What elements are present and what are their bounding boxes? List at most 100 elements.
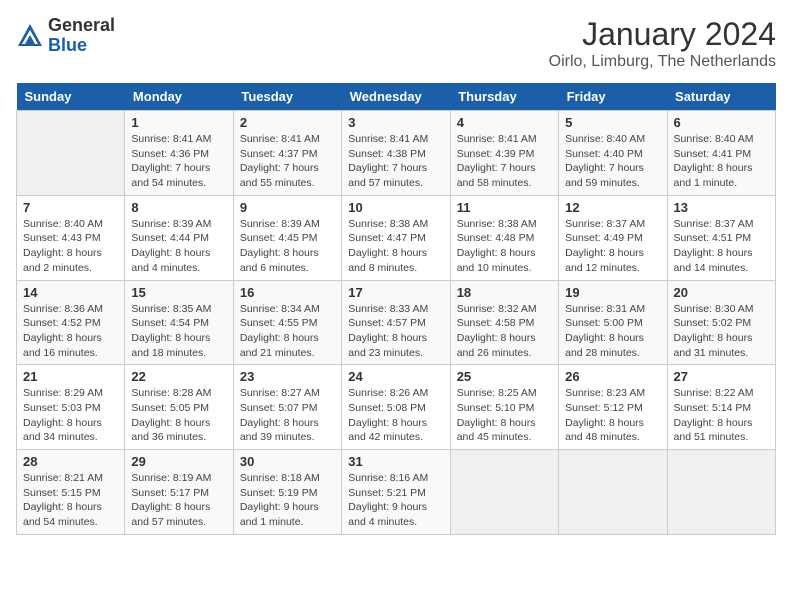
day-info: Sunrise: 8:29 AM Sunset: 5:03 PM Dayligh… xyxy=(23,386,118,445)
day-info: Sunrise: 8:38 AM Sunset: 4:48 PM Dayligh… xyxy=(457,217,552,276)
weekday-header-cell: Wednesday xyxy=(342,83,450,111)
day-info: Sunrise: 8:35 AM Sunset: 4:54 PM Dayligh… xyxy=(131,302,226,361)
day-info: Sunrise: 8:21 AM Sunset: 5:15 PM Dayligh… xyxy=(23,471,118,530)
day-info: Sunrise: 8:40 AM Sunset: 4:41 PM Dayligh… xyxy=(674,132,769,191)
day-number: 28 xyxy=(23,454,118,469)
day-info: Sunrise: 8:26 AM Sunset: 5:08 PM Dayligh… xyxy=(348,386,443,445)
day-info: Sunrise: 8:30 AM Sunset: 5:02 PM Dayligh… xyxy=(674,302,769,361)
calendar-cell: 3 Sunrise: 8:41 AM Sunset: 4:38 PM Daylig… xyxy=(342,111,450,196)
day-info: Sunrise: 8:32 AM Sunset: 4:58 PM Dayligh… xyxy=(457,302,552,361)
day-info: Sunrise: 8:36 AM Sunset: 4:52 PM Dayligh… xyxy=(23,302,118,361)
location-title: Oirlo, Limburg, The Netherlands xyxy=(549,53,776,71)
day-info: Sunrise: 8:23 AM Sunset: 5:12 PM Dayligh… xyxy=(565,386,660,445)
day-number: 13 xyxy=(674,200,769,215)
day-info: Sunrise: 8:28 AM Sunset: 5:05 PM Dayligh… xyxy=(131,386,226,445)
calendar-cell: 6Sunrise: 8:40 AM Sunset: 4:41 PM Daylig… xyxy=(667,111,775,196)
calendar-week-row: 14 Sunrise: 8:36 AM Sunset: 4:52 PM Dayli… xyxy=(17,280,776,365)
day-info: Sunrise: 8:38 AM Sunset: 4:47 PM Dayligh… xyxy=(348,217,443,276)
day-number: 9 xyxy=(240,200,335,215)
day-number: 19 xyxy=(565,285,660,300)
day-number: 1 xyxy=(131,115,226,130)
day-info: Sunrise: 8:37 AM Sunset: 4:51 PM Dayligh… xyxy=(674,217,769,276)
day-number: 11 xyxy=(457,200,552,215)
day-info: Sunrise: 8:39 AM Sunset: 4:44 PM Dayligh… xyxy=(131,217,226,276)
calendar-cell: 19 Sunrise: 8:31 AM Sunset: 5:00 PM Dayli… xyxy=(559,280,667,365)
day-number: 22 xyxy=(131,369,226,384)
day-info: Sunrise: 8:37 AM Sunset: 4:49 PM Dayligh… xyxy=(565,217,660,276)
day-number: 17 xyxy=(348,285,443,300)
calendar-cell xyxy=(559,450,667,535)
calendar-week-row: 28 Sunrise: 8:21 AM Sunset: 5:15 PM Dayli… xyxy=(17,450,776,535)
calendar-cell: 11 Sunrise: 8:38 AM Sunset: 4:48 PM Dayli… xyxy=(450,195,558,280)
calendar-cell: 28 Sunrise: 8:21 AM Sunset: 5:15 PM Dayli… xyxy=(17,450,125,535)
calendar-week-row: 1 Sunrise: 8:41 AM Sunset: 4:36 PM Daylig… xyxy=(17,111,776,196)
day-info: Sunrise: 8:39 AM Sunset: 4:45 PM Dayligh… xyxy=(240,217,335,276)
day-info: Sunrise: 8:19 AM Sunset: 5:17 PM Dayligh… xyxy=(131,471,226,530)
calendar-cell: 23Sunrise: 8:27 AM Sunset: 5:07 PM Dayli… xyxy=(233,365,341,450)
weekday-header-cell: Tuesday xyxy=(233,83,341,111)
day-info: Sunrise: 8:41 AM Sunset: 4:38 PM Dayligh… xyxy=(348,132,443,191)
weekday-header-cell: Thursday xyxy=(450,83,558,111)
day-info: Sunrise: 8:41 AM Sunset: 4:37 PM Dayligh… xyxy=(240,132,335,191)
day-info: Sunrise: 8:41 AM Sunset: 4:39 PM Dayligh… xyxy=(457,132,552,191)
day-number: 4 xyxy=(457,115,552,130)
day-info: Sunrise: 8:34 AM Sunset: 4:55 PM Dayligh… xyxy=(240,302,335,361)
calendar-cell: 8 Sunrise: 8:39 AM Sunset: 4:44 PM Daylig… xyxy=(125,195,233,280)
day-number: 21 xyxy=(23,369,118,384)
calendar-cell: 4 Sunrise: 8:41 AM Sunset: 4:39 PM Daylig… xyxy=(450,111,558,196)
day-number: 8 xyxy=(131,200,226,215)
day-number: 2 xyxy=(240,115,335,130)
day-number: 30 xyxy=(240,454,335,469)
calendar-week-row: 7Sunrise: 8:40 AM Sunset: 4:43 PM Daylig… xyxy=(17,195,776,280)
calendar-cell: 20 Sunrise: 8:30 AM Sunset: 5:02 PM Dayli… xyxy=(667,280,775,365)
calendar-cell: 17 Sunrise: 8:33 AM Sunset: 4:57 PM Dayli… xyxy=(342,280,450,365)
calendar-cell: 2 Sunrise: 8:41 AM Sunset: 4:37 PM Daylig… xyxy=(233,111,341,196)
day-number: 3 xyxy=(348,115,443,130)
calendar-cell: 26Sunrise: 8:23 AM Sunset: 5:12 PM Dayli… xyxy=(559,365,667,450)
weekday-header: SundayMondayTuesdayWednesdayThursdayFrid… xyxy=(17,83,776,111)
day-info: Sunrise: 8:41 AM Sunset: 4:36 PM Dayligh… xyxy=(131,132,226,191)
calendar-cell: 1 Sunrise: 8:41 AM Sunset: 4:36 PM Daylig… xyxy=(125,111,233,196)
day-info: Sunrise: 8:18 AM Sunset: 5:19 PM Dayligh… xyxy=(240,471,335,530)
calendar-cell: 16 Sunrise: 8:34 AM Sunset: 4:55 PM Dayli… xyxy=(233,280,341,365)
weekday-header-cell: Monday xyxy=(125,83,233,111)
calendar-week-row: 21 Sunrise: 8:29 AM Sunset: 5:03 PM Dayli… xyxy=(17,365,776,450)
day-number: 7 xyxy=(23,200,118,215)
day-number: 23 xyxy=(240,369,335,384)
day-number: 24 xyxy=(348,369,443,384)
day-number: 16 xyxy=(240,285,335,300)
calendar-cell: 9 Sunrise: 8:39 AM Sunset: 4:45 PM Daylig… xyxy=(233,195,341,280)
header: General Blue January 2024 Oirlo, Limburg… xyxy=(16,16,776,71)
day-info: Sunrise: 8:33 AM Sunset: 4:57 PM Dayligh… xyxy=(348,302,443,361)
day-number: 5 xyxy=(565,115,660,130)
weekday-header-cell: Friday xyxy=(559,83,667,111)
calendar-cell: 29 Sunrise: 8:19 AM Sunset: 5:17 PM Dayli… xyxy=(125,450,233,535)
day-number: 31 xyxy=(348,454,443,469)
day-number: 15 xyxy=(131,285,226,300)
calendar-cell: 31Sunrise: 8:16 AM Sunset: 5:21 PM Dayli… xyxy=(342,450,450,535)
logo-icon xyxy=(16,22,44,50)
weekday-header-cell: Saturday xyxy=(667,83,775,111)
day-number: 20 xyxy=(674,285,769,300)
calendar-cell: 24 Sunrise: 8:26 AM Sunset: 5:08 PM Dayli… xyxy=(342,365,450,450)
day-number: 29 xyxy=(131,454,226,469)
day-number: 14 xyxy=(23,285,118,300)
calendar-table: SundayMondayTuesdayWednesdayThursdayFrid… xyxy=(16,83,776,535)
calendar-cell: 10Sunrise: 8:38 AM Sunset: 4:47 PM Dayli… xyxy=(342,195,450,280)
calendar-cell: 27Sunrise: 8:22 AM Sunset: 5:14 PM Dayli… xyxy=(667,365,775,450)
day-number: 25 xyxy=(457,369,552,384)
day-info: Sunrise: 8:22 AM Sunset: 5:14 PM Dayligh… xyxy=(674,386,769,445)
calendar-cell: 12Sunrise: 8:37 AM Sunset: 4:49 PM Dayli… xyxy=(559,195,667,280)
day-info: Sunrise: 8:31 AM Sunset: 5:00 PM Dayligh… xyxy=(565,302,660,361)
calendar-cell: 21 Sunrise: 8:29 AM Sunset: 5:03 PM Dayli… xyxy=(17,365,125,450)
calendar-cell: 15 Sunrise: 8:35 AM Sunset: 4:54 PM Dayli… xyxy=(125,280,233,365)
month-title: January 2024 xyxy=(549,16,776,53)
calendar-cell xyxy=(667,450,775,535)
calendar-cell: 13 Sunrise: 8:37 AM Sunset: 4:51 PM Dayli… xyxy=(667,195,775,280)
day-info: Sunrise: 8:40 AM Sunset: 4:40 PM Dayligh… xyxy=(565,132,660,191)
calendar-body: 1 Sunrise: 8:41 AM Sunset: 4:36 PM Daylig… xyxy=(17,111,776,535)
calendar-cell: 30 Sunrise: 8:18 AM Sunset: 5:19 PM Dayli… xyxy=(233,450,341,535)
weekday-header-cell: Sunday xyxy=(17,83,125,111)
day-number: 18 xyxy=(457,285,552,300)
calendar-cell: 5 Sunrise: 8:40 AM Sunset: 4:40 PM Daylig… xyxy=(559,111,667,196)
